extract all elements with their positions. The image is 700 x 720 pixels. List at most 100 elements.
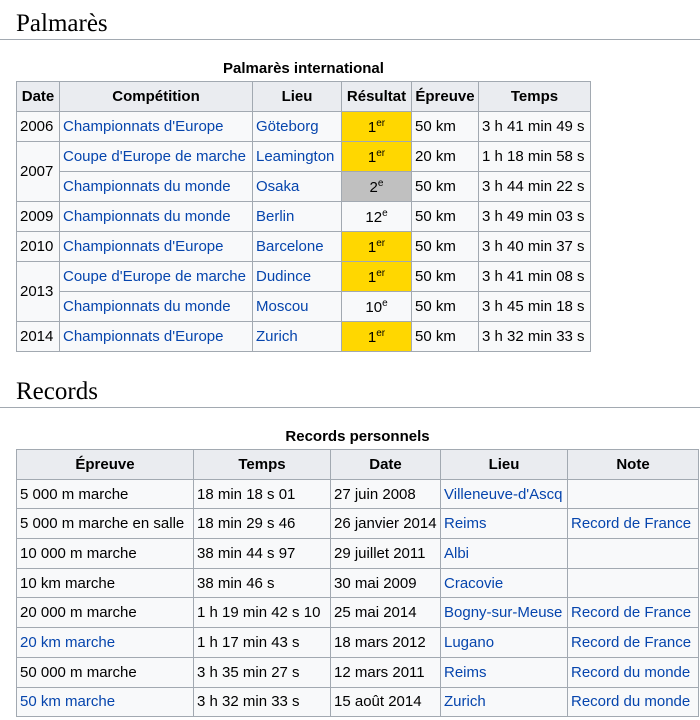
record-lieu-cell: Zurich xyxy=(440,686,568,718)
col-header-epreuve: Épreuve xyxy=(16,449,194,480)
result-suffix: er xyxy=(376,237,386,249)
result-cell: 12e xyxy=(341,201,412,232)
lieu-link[interactable]: Göteborg xyxy=(256,118,319,135)
palmares-caption: Palmarès international xyxy=(223,60,384,77)
temps-cell: 3 h 41 min 08 s xyxy=(478,261,591,292)
result-suffix: er xyxy=(376,147,386,159)
record-lieu-link[interactable]: Villeneuve-d'Ascq xyxy=(444,486,563,503)
competition-cell: Championnats d'Europe xyxy=(59,231,253,262)
date-cell: 2013 xyxy=(16,261,60,322)
competition-link[interactable]: Championnats du monde xyxy=(63,298,231,315)
lieu-link[interactable]: Osaka xyxy=(256,178,299,195)
competition-link[interactable]: Championnats du monde xyxy=(63,208,231,225)
lieu-link[interactable]: Barcelone xyxy=(256,238,324,255)
record-date-cell: 26 janvier 2014 xyxy=(330,508,441,540)
record-epreuve-cell: 50 000 m marche xyxy=(16,656,194,688)
record-lieu-link[interactable]: Reims xyxy=(444,664,487,681)
date-cell: 2006 xyxy=(16,111,60,142)
epreuve-cell: 50 km xyxy=(411,291,479,322)
record-lieu-link[interactable]: Bogny-sur-Meuse xyxy=(444,604,562,621)
record-epreuve-cell: 50 km marche xyxy=(16,686,194,718)
date-cell: 2014 xyxy=(16,321,60,352)
col-header-competition: Compétition xyxy=(59,81,253,112)
record-note-cell: Record du monde xyxy=(567,656,699,688)
result-suffix: er xyxy=(376,117,386,129)
result-cell: 1er xyxy=(341,141,412,172)
lieu-link[interactable]: Leamington xyxy=(256,148,334,165)
lieu-link[interactable]: Dudince xyxy=(256,268,311,285)
temps-cell: 3 h 40 min 37 s xyxy=(478,231,591,262)
record-lieu-link[interactable]: Cracovie xyxy=(444,575,503,592)
result-place: 1 xyxy=(367,268,377,286)
lieu-link[interactable]: Zurich xyxy=(256,328,298,345)
competition-link[interactable]: Championnats d'Europe xyxy=(63,328,223,345)
record-epreuve-link[interactable]: 20 km marche xyxy=(20,634,115,651)
competition-cell: Championnats du monde xyxy=(59,291,253,322)
record-temps-cell: 18 min 18 s 01 xyxy=(193,478,331,510)
competition-link[interactable]: Championnats d'Europe xyxy=(63,118,223,135)
record-note-link[interactable]: Record de France xyxy=(571,634,691,651)
record-note-cell xyxy=(567,538,699,569)
record-lieu-link[interactable]: Zurich xyxy=(444,693,486,710)
section-heading-records: Records xyxy=(0,376,700,408)
palmares-row: 2007 Coupe d'Europe de marche Leamington 1e… xyxy=(16,141,591,202)
date-cell: 2010 xyxy=(16,231,60,262)
competition-cell: Coupe d'Europe de marche xyxy=(59,261,253,292)
record-lieu-link[interactable]: Reims xyxy=(444,515,487,532)
record-temps-cell: 3 h 35 min 27 s xyxy=(193,656,331,688)
competition-link[interactable]: Championnats du monde xyxy=(63,178,231,195)
record-lieu-cell: Reims xyxy=(440,508,568,540)
col-header-date: Date xyxy=(16,81,60,112)
record-note-link[interactable]: Record de France xyxy=(571,604,691,621)
palmares-row: 2014 Championnats d'Europe Zurich 1er 50 km 3… xyxy=(16,321,591,352)
record-note-cell: Record de France xyxy=(567,597,699,629)
record-note-link[interactable]: Record de France xyxy=(571,515,691,532)
col-header-lieu: Lieu xyxy=(440,449,568,480)
lieu-cell: Leamington xyxy=(252,141,342,172)
palmares-row: 2009 Championnats du monde Berlin 12e 50 km 3… xyxy=(16,201,591,232)
record-lieu-cell: Cracovie xyxy=(440,567,568,599)
epreuve-cell: 50 km xyxy=(411,321,479,352)
record-temps-cell: 38 min 46 s xyxy=(193,567,331,599)
record-row: 5 000 m marche 18 min 18 s 01 27 juin 2008… xyxy=(16,478,699,510)
lieu-link[interactable]: Moscou xyxy=(256,298,309,315)
record-note-cell xyxy=(567,478,699,510)
record-note-cell xyxy=(567,567,699,599)
record-epreuve-text: 10 000 m marche xyxy=(20,544,137,562)
record-date-cell: 18 mars 2012 xyxy=(330,627,441,658)
record-epreuve-text: 50 000 m marche xyxy=(20,663,137,681)
col-header-note: Note xyxy=(567,449,699,480)
record-temps-cell: 3 h 32 min 33 s xyxy=(193,686,331,718)
competition-link[interactable]: Championnats d'Europe xyxy=(63,238,223,255)
record-temps-cell: 38 min 44 s 97 xyxy=(193,538,331,569)
palmares-row: Championnats du monde Osaka 2e 50 km 3 h 44 … xyxy=(17,171,591,202)
result-cell: 1er xyxy=(341,321,412,352)
lieu-cell: Berlin xyxy=(252,201,342,232)
competition-link[interactable]: Coupe d'Europe de marche xyxy=(63,148,246,165)
epreuve-cell: 50 km xyxy=(411,201,479,232)
result-cell: 10e xyxy=(341,291,412,322)
competition-link[interactable]: Coupe d'Europe de marche xyxy=(63,268,246,285)
record-lieu-link[interactable]: Lugano xyxy=(444,634,494,651)
record-epreuve-cell: 5 000 m marche xyxy=(16,478,194,510)
date-cell: 2009 xyxy=(16,201,60,232)
records-table: Épreuve Temps Date Lieu Note 5 000 m mar… xyxy=(16,449,699,718)
record-note-link[interactable]: Record du monde xyxy=(571,693,690,710)
record-row: 20 km marche 1 h 17 min 43 s 18 mars 2012 L… xyxy=(16,627,699,658)
epreuve-cell: 50 km xyxy=(411,111,479,142)
result-cell: 2e xyxy=(341,171,412,202)
temps-cell: 3 h 44 min 22 s xyxy=(478,171,591,202)
lieu-link[interactable]: Berlin xyxy=(256,208,294,225)
record-note-cell: Record du monde xyxy=(567,686,699,718)
result-suffix: e xyxy=(382,207,388,219)
record-date-cell: 27 juin 2008 xyxy=(330,478,441,510)
record-temps-cell: 1 h 17 min 43 s xyxy=(193,627,331,658)
record-note-link[interactable]: Record du monde xyxy=(571,664,690,681)
record-note-cell: Record de France xyxy=(567,508,699,540)
record-epreuve-cell: 20 km marche xyxy=(16,627,194,658)
record-epreuve-link[interactable]: 50 km marche xyxy=(20,693,115,710)
epreuve-cell: 50 km xyxy=(411,231,479,262)
record-lieu-link[interactable]: Albi xyxy=(444,545,469,562)
palmares-row: 2010 Championnats d'Europe Barcelone 1er 50 … xyxy=(16,231,591,262)
competition-cell: Championnats du monde xyxy=(59,171,253,202)
